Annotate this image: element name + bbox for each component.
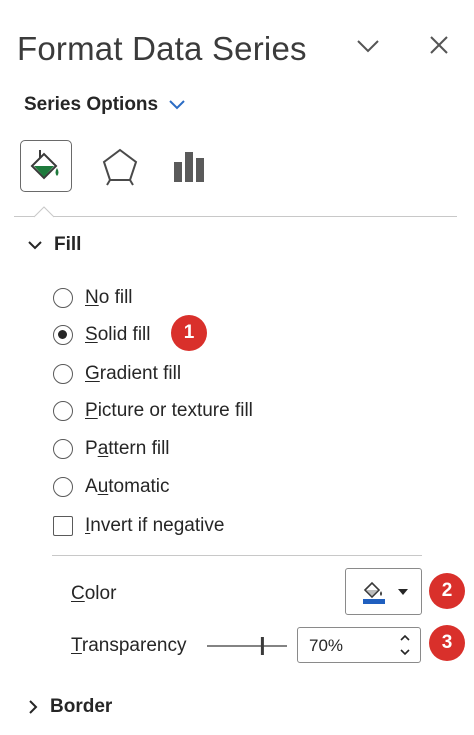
dropdown-arrow-icon	[397, 588, 408, 595]
fill-color-icon	[362, 581, 385, 604]
transparency-slider[interactable]	[207, 632, 287, 660]
chevron-down-icon	[28, 241, 42, 250]
series-options-label: Series Options	[24, 94, 159, 115]
paint-bucket-icon	[30, 150, 59, 180]
option-label: No fill	[85, 287, 133, 308]
chevron-right-icon	[29, 700, 38, 714]
radio-picture-texture-fill[interactable]: Picture or texture fill	[53, 400, 253, 422]
callout-badge-2: 2	[429, 573, 465, 609]
option-label: Solid fill	[85, 324, 151, 345]
checkbox[interactable]	[53, 516, 73, 536]
option-label: Pattern fill	[85, 438, 170, 459]
separator	[52, 555, 422, 556]
callout-badge-1: 1	[171, 315, 207, 351]
radio-button[interactable]	[53, 364, 73, 384]
option-label: Picture or texture fill	[85, 400, 253, 421]
tab-series-options[interactable]	[164, 140, 216, 192]
radio-solid-fill[interactable]: Solid fill	[53, 324, 151, 346]
callout-badge-3: 3	[429, 625, 465, 661]
radio-button[interactable]	[53, 477, 73, 497]
tab-fill-line[interactable]	[20, 140, 72, 192]
spin-arrows-icon[interactable]	[398, 631, 412, 659]
border-section-header[interactable]: Border	[28, 696, 112, 718]
checkbox-invert-if-negative[interactable]: Invert if negative	[53, 515, 224, 537]
pane-title: Format Data Series	[17, 30, 307, 67]
slider-thumb	[260, 637, 264, 655]
tab-effects[interactable]	[94, 140, 146, 192]
fill-section-header[interactable]: Fill	[28, 234, 81, 256]
chevron-down-icon	[169, 100, 185, 110]
radio-button-selected[interactable]	[53, 325, 73, 345]
color-swatch	[362, 598, 385, 604]
fill-color-picker-button[interactable]	[345, 568, 422, 615]
color-label: Color	[71, 583, 117, 604]
radio-button[interactable]	[53, 288, 73, 308]
border-section-label: Border	[50, 696, 113, 717]
close-icon[interactable]	[427, 33, 451, 57]
option-label: Invert if negative	[85, 515, 225, 536]
radio-button[interactable]	[53, 439, 73, 459]
series-options-dropdown[interactable]: Series Options	[24, 94, 186, 116]
radio-button[interactable]	[53, 401, 73, 421]
radio-gradient-fill[interactable]: Gradient fill	[53, 363, 181, 385]
tab-pointer	[34, 206, 54, 218]
radio-automatic[interactable]: Automatic	[53, 476, 170, 498]
chevron-down-icon[interactable]	[355, 36, 381, 56]
transparency-value[interactable]: 70%	[309, 636, 343, 656]
radio-pattern-fill[interactable]: Pattern fill	[53, 438, 170, 460]
radio-no-fill[interactable]: No fill	[53, 287, 133, 309]
format-data-series-pane: Format Data Series Series Options Fill N…	[0, 0, 474, 735]
transparency-spinbox[interactable]: 70%	[297, 627, 421, 663]
fill-section-label: Fill	[54, 234, 82, 255]
bar-chart-icon	[174, 152, 204, 182]
tab-divider	[14, 216, 457, 217]
option-label: Automatic	[85, 476, 170, 497]
pentagon-icon	[102, 148, 138, 186]
option-label: Gradient fill	[85, 363, 182, 384]
transparency-label: Transparency	[71, 635, 187, 656]
